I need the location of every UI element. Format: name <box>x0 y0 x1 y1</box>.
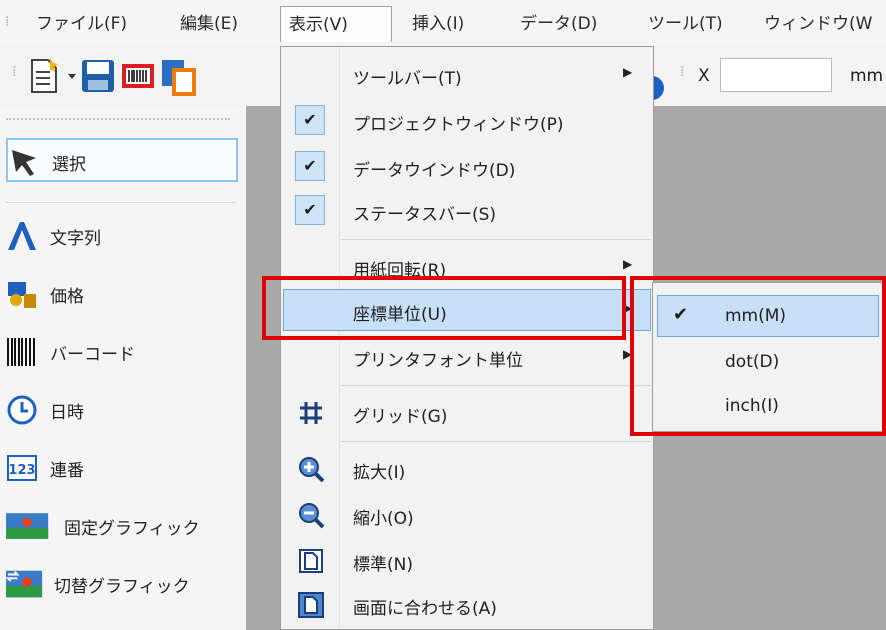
menu-item-label: ステータスバー(S) <box>353 205 497 225</box>
menu-data[interactable]: データ(D) <box>512 6 605 42</box>
menu-item-fit-to-screen[interactable]: 画面に合わせる(A) <box>281 583 653 627</box>
grid-icon <box>300 402 322 424</box>
unit-label: mm <box>850 66 884 86</box>
palette-item-select[interactable]: 選択 <box>6 138 238 182</box>
palette-label-fixed-graphic: 固定グラフィック <box>64 519 200 539</box>
submenu-arrow-icon: ▶ <box>623 257 633 271</box>
menubar-grip-icon: ⁞ <box>5 14 10 30</box>
palette-label-text: 文字列 <box>50 229 101 249</box>
menu-insert[interactable]: 挿入(I) <box>404 6 472 42</box>
palette-divider <box>6 202 236 203</box>
palette-grip <box>6 118 230 120</box>
menu-item-data-window[interactable]: ✔ データウインドウ(D) <box>281 145 653 189</box>
text-a-icon <box>8 222 36 250</box>
menu-item-label: 拡大(I) <box>353 463 406 483</box>
blue-circle-icon[interactable] <box>652 76 666 104</box>
menu-item-zoom-in[interactable]: 拡大(I) <box>281 447 653 491</box>
palette-item-switch-graphic[interactable]: 切替グラフィック <box>6 562 238 606</box>
menu-item-project-window[interactable]: ✔ プロジェクトウィンドウ(P) <box>281 99 653 143</box>
new-file-icon[interactable] <box>28 58 78 98</box>
toolbar-grip-2-icon: ⁞ <box>680 64 685 80</box>
toolbar-grip-icon: ⁞ <box>12 64 17 80</box>
menu-item-printer-font-unit[interactable]: プリンタフォント単位 ▶ <box>281 335 653 379</box>
menu-item-label: プロジェクトウィンドウ(P) <box>353 115 564 135</box>
menu-item-label: 画面に合わせる(A) <box>353 599 497 619</box>
barcode-icon <box>7 338 35 366</box>
menu-item-label: ツールバー(T) <box>353 69 462 89</box>
menu-separator <box>341 441 651 442</box>
switch-graphic-icon <box>6 570 43 598</box>
clock-icon <box>7 395 37 425</box>
fixed-graphic-icon <box>6 513 49 539</box>
x-coordinate-input[interactable] <box>720 58 832 92</box>
select-arrow-icon <box>12 150 36 176</box>
menu-item-toolbar[interactable]: ツールバー(T) ▶ <box>281 53 653 97</box>
palette-item-price[interactable]: 価格 <box>6 272 238 316</box>
page-icon <box>299 549 323 573</box>
x-coordinate-label: X <box>698 66 710 86</box>
annotation-box-unit-submenu <box>630 276 886 436</box>
menu-edit[interactable]: 編集(E) <box>172 6 246 42</box>
palette-label-datetime: 日時 <box>50 403 84 423</box>
zoom-out-icon <box>299 503 325 529</box>
menu-item-label: データウインドウ(D) <box>353 161 516 181</box>
save-icon[interactable] <box>80 58 116 98</box>
fit-page-icon <box>298 592 324 618</box>
menu-item-label: グリッド(G) <box>353 407 448 427</box>
menu-tools[interactable]: ツール(T) <box>640 6 731 42</box>
menu-view[interactable]: 表示(V) <box>280 6 392 42</box>
menu-window[interactable]: ウィンドウ(W <box>756 6 880 42</box>
print-label-icon[interactable] <box>120 58 156 98</box>
palette-label-select: 選択 <box>52 155 86 175</box>
menu-bar: ⁞ ファイル(F) 編集(E) 表示(V) 挿入(I) データ(D) ツール(T… <box>0 0 886 47</box>
svg-text:123: 123 <box>8 463 35 478</box>
menu-item-label: 縮小(O) <box>353 509 414 529</box>
menu-item-grid[interactable]: グリッド(G) <box>281 391 653 435</box>
menu-file[interactable]: ファイル(F) <box>28 6 135 42</box>
menu-item-label: プリンタフォント単位 <box>353 351 523 371</box>
palette-item-text[interactable]: 文字列 <box>6 214 238 258</box>
checkmark-icon: ✔ <box>295 151 325 181</box>
palette-item-fixed-graphic[interactable]: 固定グラフィック <box>6 504 238 548</box>
palette-item-barcode[interactable]: バーコード <box>6 330 238 374</box>
palette-label-barcode: バーコード <box>50 345 135 365</box>
menu-item-label: 標準(N) <box>353 555 413 575</box>
palette-label-serial: 連番 <box>50 461 84 481</box>
menu-item-zoom-out[interactable]: 縮小(O) <box>281 493 653 537</box>
palette-label-price: 価格 <box>50 287 84 307</box>
menu-item-status-bar[interactable]: ✔ ステータスバー(S) <box>281 189 653 233</box>
menu-separator <box>341 385 651 386</box>
menu-separator <box>341 239 651 240</box>
object-palette: 選択 文字列 価格 バーコード 日時 123 連番 固定グラフィック 切替グラフ… <box>0 106 246 630</box>
zoom-in-icon <box>299 457 325 483</box>
palette-item-serial[interactable]: 123 連番 <box>6 446 238 490</box>
submenu-arrow-icon: ▶ <box>623 65 633 79</box>
serial-123-icon: 123 <box>7 455 37 481</box>
annotation-box-coordinate-unit <box>262 276 626 340</box>
checkmark-icon: ✔ <box>295 195 325 225</box>
copy-pages-icon[interactable] <box>160 58 200 102</box>
palette-label-switch-graphic: 切替グラフィック <box>54 577 190 597</box>
checkmark-icon: ✔ <box>295 105 325 135</box>
menu-item-standard[interactable]: 標準(N) <box>281 539 653 583</box>
palette-item-datetime[interactable]: 日時 <box>6 388 238 432</box>
price-coins-icon <box>8 282 36 308</box>
